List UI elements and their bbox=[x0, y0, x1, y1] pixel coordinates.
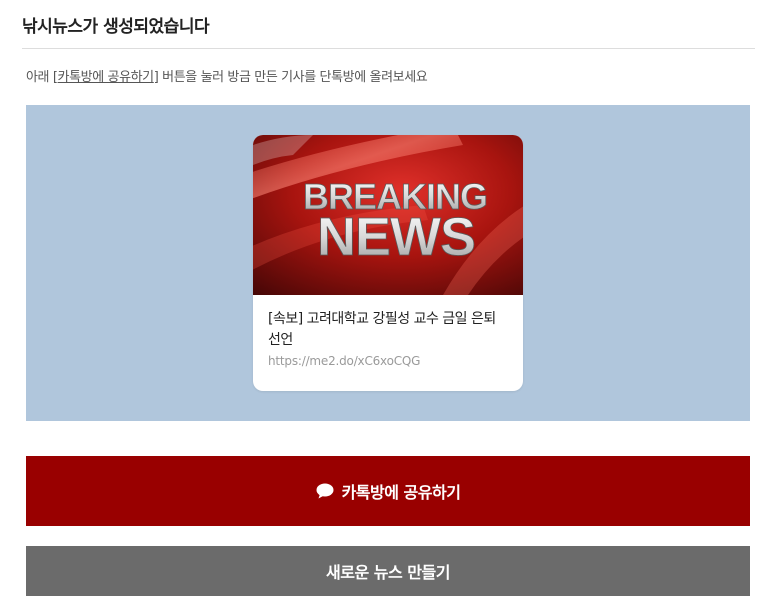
page: 낚시뉴스가 생성되었습니다 아래 [카톡방에 공유하기] 버튼을 눌러 방금 만… bbox=[0, 0, 761, 608]
breaking-news-image: BREAKING NEWS bbox=[253, 135, 523, 295]
news-url: https://me2.do/xC6xoCQG bbox=[268, 354, 421, 368]
instruction-suffix: ] 버튼을 눌러 방금 만든 기사를 단톡방에 올려보세요 bbox=[153, 70, 428, 85]
instruction-share-link[interactable]: 카톡방에 공유하기 bbox=[58, 70, 155, 85]
share-kakao-button[interactable]: 카톡방에 공유하기 bbox=[26, 456, 750, 526]
new-news-button[interactable]: 새로운 뉴스 만들기 bbox=[26, 546, 750, 596]
speech-bubble-icon bbox=[316, 483, 334, 499]
instruction-prefix: 아래 [ bbox=[26, 70, 58, 85]
instruction-text: 아래 [카톡방에 공유하기] 버튼을 눌러 방금 만든 기사를 단톡방에 올려보… bbox=[26, 66, 428, 85]
image-text-news: NEWS bbox=[317, 207, 475, 267]
news-headline: [속보] 고려대학교 강필성 교수 금일 은퇴 선언 bbox=[268, 311, 496, 348]
title-divider bbox=[22, 48, 755, 49]
new-news-button-label: 새로운 뉴스 만들기 bbox=[326, 563, 450, 582]
kakao-preview-area: BREAKING NEWS [속보] 고려대학교 강필성 교수 금일 은퇴 선언… bbox=[26, 105, 750, 421]
card-body: [속보] 고려대학교 강필성 교수 금일 은퇴 선언 https://me2.d… bbox=[253, 295, 523, 368]
page-title: 낚시뉴스가 생성되었습니다 bbox=[22, 17, 210, 37]
share-button-label: 카톡방에 공유하기 bbox=[341, 483, 461, 502]
news-preview-card[interactable]: BREAKING NEWS [속보] 고려대학교 강필성 교수 금일 은퇴 선언… bbox=[253, 135, 523, 391]
